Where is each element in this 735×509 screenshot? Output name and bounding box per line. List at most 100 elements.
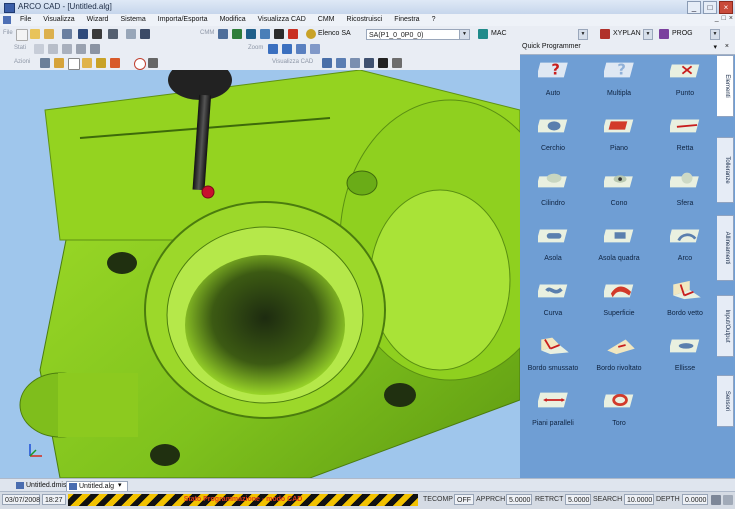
- doc-tabs-chevron-icon[interactable]: ▾: [118, 481, 122, 489]
- qp-tile-piani-paralleli[interactable]: Piani paralleli: [520, 385, 586, 439]
- cad-wire-icon[interactable]: [350, 58, 360, 68]
- tab-tolleranze[interactable]: Tolleranze: [717, 137, 734, 203]
- qp-tile-bordo-smussato[interactable]: Bordo smussato: [520, 330, 586, 384]
- xyplan-label[interactable]: XYPLAN: [613, 30, 641, 37]
- menu-item-modifica[interactable]: Modifica: [214, 15, 252, 25]
- back-icon[interactable]: [62, 29, 72, 39]
- cad-pick-icon[interactable]: [392, 58, 402, 68]
- probe-shape-icon[interactable]: [134, 58, 146, 70]
- qp-tile-superficie[interactable]: Superficie: [586, 275, 652, 329]
- qp-tile-ellisse[interactable]: Ellisse: [652, 330, 718, 384]
- chevron-down-icon[interactable]: ▼: [459, 30, 469, 39]
- menu-item-sistema[interactable]: Sistema: [114, 15, 151, 25]
- qp-tile-sfera[interactable]: Sfera: [652, 165, 718, 219]
- qp-tile-piano[interactable]: Piano: [586, 110, 652, 164]
- document-menu-icon[interactable]: [3, 16, 11, 24]
- cmm-grid-icon[interactable]: [232, 29, 242, 39]
- qp-tile-punto[interactable]: Punto: [652, 55, 718, 109]
- qp-tile-auto[interactable]: ? Auto: [520, 55, 586, 109]
- tab-input-output[interactable]: Input/Output: [717, 295, 734, 357]
- qp-tile-asola-quadra[interactable]: Asola quadra: [586, 220, 652, 274]
- menu-item-finestra[interactable]: Finestra: [388, 15, 425, 25]
- xyplan-dropdown[interactable]: ▼: [643, 29, 653, 40]
- state-filter-icon[interactable]: [62, 44, 72, 54]
- maximize-button[interactable]: □: [703, 1, 717, 14]
- panel-pin-button[interactable]: ▾: [713, 43, 717, 51]
- mac-dropdown[interactable]: ▼: [578, 29, 588, 40]
- qp-tile-cono[interactable]: Cono: [586, 165, 652, 219]
- menu-item-cmm[interactable]: CMM: [312, 15, 341, 25]
- cmm-table-icon[interactable]: [246, 29, 256, 39]
- menu-item-ricostruisci[interactable]: Ricostruisci: [340, 15, 388, 25]
- minimize-button[interactable]: _: [687, 1, 701, 14]
- cmm-probe-icon[interactable]: [274, 29, 284, 39]
- cad-probe-icon[interactable]: [378, 58, 388, 68]
- menu-item-file[interactable]: File: [14, 15, 37, 25]
- close-button[interactable]: ×: [719, 1, 733, 14]
- folder-icon[interactable]: [44, 29, 54, 39]
- qp-tile-bordo-rivoltato[interactable]: Bordo rivoltato: [586, 330, 652, 384]
- mdi-restore-button[interactable]: □: [722, 15, 726, 22]
- cad-shade-icon[interactable]: [336, 58, 346, 68]
- state-pen-icon[interactable]: [76, 44, 86, 54]
- qp-tile-arco[interactable]: Arco: [652, 220, 718, 274]
- elenco-sa-label[interactable]: Elenco SA: [318, 30, 351, 37]
- qp-tile-curva[interactable]: Curva: [520, 275, 586, 329]
- new-file-icon[interactable]: [16, 29, 28, 41]
- menu-item-wizard[interactable]: Wizard: [81, 15, 115, 25]
- zoom-in-icon[interactable]: [296, 44, 306, 54]
- action-grid-icon[interactable]: [40, 58, 50, 68]
- light-icon[interactable]: [110, 58, 120, 68]
- elenco-sa-icon[interactable]: [306, 29, 316, 39]
- sa-select[interactable]: SA(P1_0_0P0_0) ▼: [366, 29, 470, 40]
- zoom-window-icon[interactable]: [268, 44, 278, 54]
- menu-item-visualizza[interactable]: Visualizza: [37, 15, 80, 25]
- state-list-icon[interactable]: [48, 44, 58, 54]
- state-lock-icon[interactable]: [90, 44, 100, 54]
- save-icon[interactable]: [78, 29, 88, 39]
- tab-allineamenti[interactable]: Allineamenti: [717, 215, 734, 281]
- tab-elementi[interactable]: Elementi: [717, 55, 734, 117]
- qp-tile-multipla[interactable]: ? Multipla: [586, 55, 652, 109]
- doc-tab-dmis[interactable]: Untitled.dmis: [14, 481, 72, 490]
- open-folder-icon[interactable]: [30, 29, 40, 39]
- qp-tile-cerchio[interactable]: Cerchio: [520, 110, 586, 164]
- pan-icon[interactable]: [310, 44, 320, 54]
- menu-item-importa-esporta[interactable]: Importa/Esporta: [152, 15, 214, 25]
- save-all-icon[interactable]: [92, 29, 102, 39]
- qp-tile-cilindro[interactable]: Cilindro: [520, 165, 586, 219]
- pan-hand-icon[interactable]: [82, 58, 92, 68]
- mac-label[interactable]: MAC: [491, 30, 507, 37]
- status-icon[interactable]: [711, 495, 721, 505]
- document-icon[interactable]: [140, 29, 150, 39]
- page-setup-icon[interactable]: [126, 29, 136, 39]
- menu-item-[interactable]: ?: [426, 15, 442, 25]
- cad-viewport[interactable]: [0, 70, 520, 478]
- qp-tile-toro[interactable]: Toro: [586, 385, 652, 439]
- mdi-close-button[interactable]: ×: [729, 15, 733, 22]
- tab-sensori[interactable]: Sensori: [717, 375, 734, 427]
- menu-item-visualizza-cad[interactable]: Visualizza CAD: [252, 15, 312, 25]
- cmm-stop-icon[interactable]: [288, 29, 298, 39]
- qp-tile-retta[interactable]: Retta: [652, 110, 718, 164]
- cmm-view-icon[interactable]: [260, 29, 270, 39]
- mdi-minimize-button[interactable]: _: [715, 15, 719, 22]
- prog-label[interactable]: PROG: [672, 30, 693, 37]
- cad-measure-icon[interactable]: [364, 58, 374, 68]
- action-hand-icon[interactable]: [54, 58, 64, 68]
- cursor-icon[interactable]: [68, 58, 80, 70]
- tool-icon[interactable]: [148, 58, 158, 68]
- cad-view-icon[interactable]: [322, 58, 332, 68]
- cmm-connect-icon[interactable]: [218, 29, 228, 39]
- panel-close-button[interactable]: ×: [725, 43, 729, 50]
- print-icon[interactable]: [108, 29, 118, 39]
- prog-dropdown[interactable]: ▼: [710, 29, 720, 40]
- zoom-fit-icon[interactable]: [282, 44, 292, 54]
- prog-icon[interactable]: [659, 29, 669, 39]
- xyplan-icon[interactable]: [600, 29, 610, 39]
- mac-icon[interactable]: [478, 29, 488, 39]
- qp-tile-asola[interactable]: Asola: [520, 220, 586, 274]
- state-icon[interactable]: [34, 44, 44, 54]
- rotate-icon[interactable]: [96, 58, 106, 68]
- qp-tile-bordo-vetto[interactable]: Bordo vetto: [652, 275, 718, 329]
